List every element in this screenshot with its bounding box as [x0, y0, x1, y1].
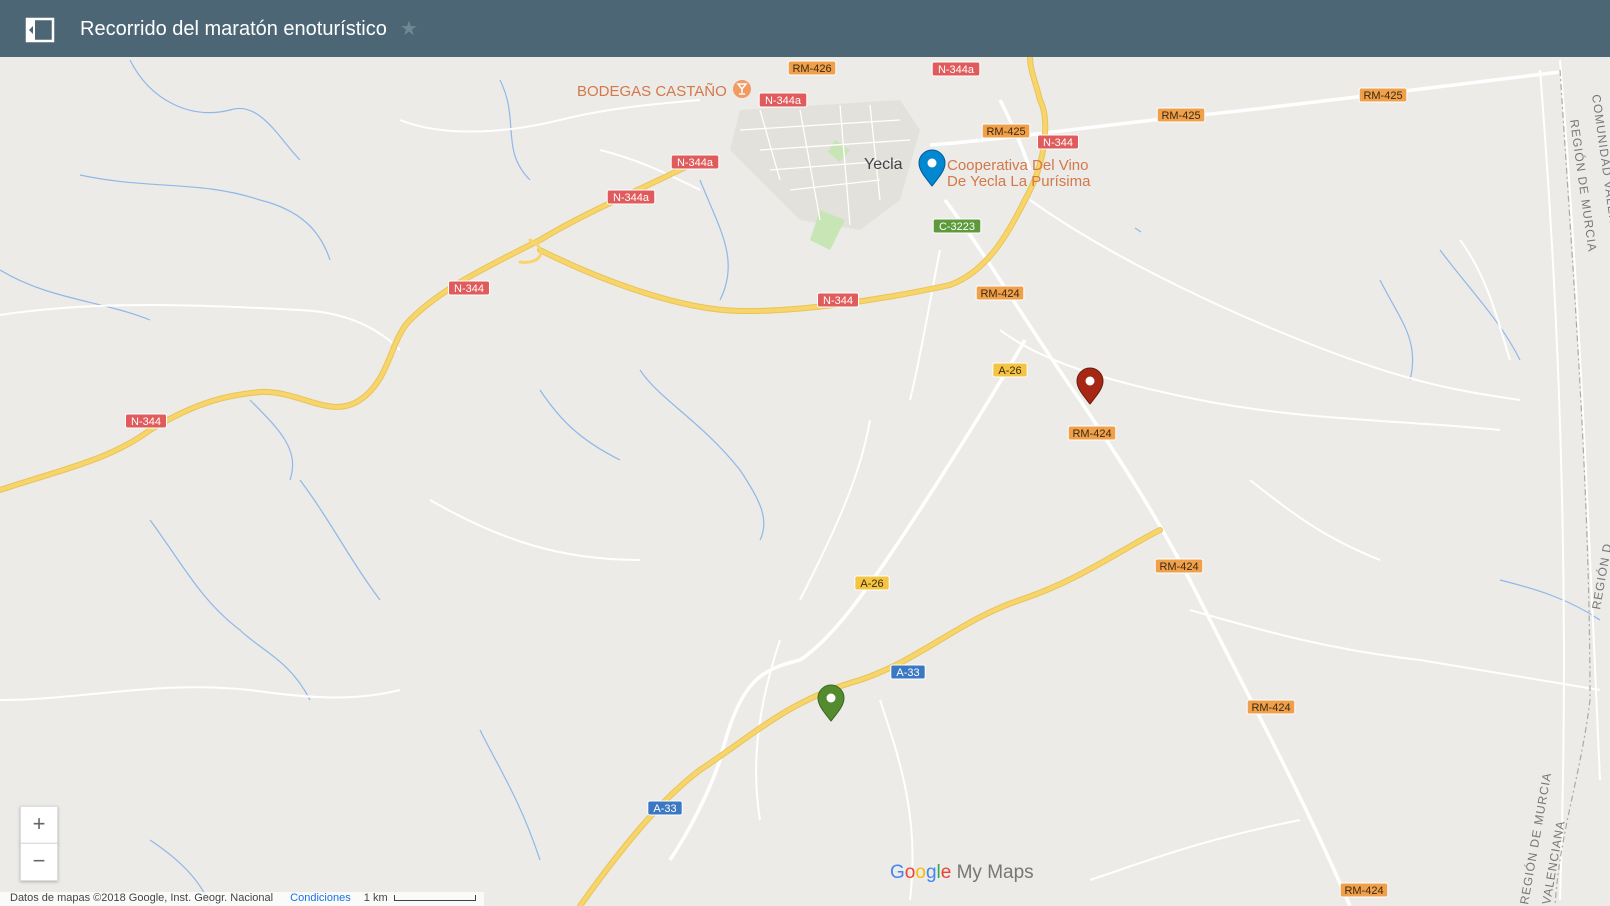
zoom-in-button[interactable]: + [20, 806, 58, 844]
road-shield-rm-425: RM-425 [981, 123, 1031, 139]
town-label: Yecla [864, 156, 903, 173]
road-shield-rm-424: RM-424 [1246, 699, 1296, 715]
road-shield-rm-425: RM-425 [1358, 87, 1408, 103]
road-shield-a-26: A-26 [854, 575, 890, 591]
scale-label: 1 km [363, 892, 388, 904]
road-shield-label: RM-424 [980, 288, 1019, 300]
attribution-text: Datos de mapas ©2018 Google, Inst. Geogr… [10, 892, 274, 904]
road-shield-label: A-33 [896, 667, 919, 679]
zoom-out-button[interactable]: − [20, 843, 58, 881]
scale-bar [393, 895, 476, 902]
road-shield-label: N-344a [765, 95, 802, 107]
road-shield-rm-424: RM-424 [1339, 882, 1389, 898]
road-shield-rm-424: RM-424 [1154, 558, 1204, 574]
coop-label-line2: De Yecla La Purísima [947, 173, 1091, 190]
road-shield-label: N-344 [823, 295, 853, 307]
map-canvas[interactable]: Yecla BODEGAS CASTAÑO Cooperativa Del Vi… [0, 57, 1610, 906]
road-shield-label: RM-425 [1363, 90, 1402, 102]
terms-link[interactable]: Condiciones [290, 892, 351, 904]
road-shield-label: N-344a [938, 64, 975, 76]
road-shield-label: N-344 [454, 283, 484, 295]
road-shield-label: A-26 [998, 365, 1021, 377]
road-shield-n-344a: N-344a [758, 92, 808, 108]
road-shield-a-33: A-33 [890, 664, 926, 680]
road-shield-n-344a: N-344a [670, 154, 720, 170]
brand-product: My Maps [956, 862, 1034, 883]
road-shield-label: RM-424 [1251, 702, 1290, 714]
road-shield-label: RM-424 [1344, 885, 1383, 897]
road-shield-n-344: N-344 [817, 292, 859, 308]
road-shield-rm-425: RM-425 [1156, 107, 1206, 123]
road-shield-label: N-344a [677, 157, 714, 169]
map-title: Recorrido del maratón enoturístico [80, 18, 387, 40]
road-shield-rm-424: RM-424 [1067, 425, 1117, 441]
star-icon[interactable]: ★ [400, 16, 418, 41]
road-shield-n-344: N-344 [1037, 134, 1079, 150]
winery-poi[interactable]: BODEGAS CASTAÑO [577, 80, 751, 100]
road-shield-c-3223: C-3223 [932, 218, 982, 234]
road-shield-label: RM-426 [792, 63, 831, 75]
top-bar: Recorrido del maratón enoturístico ★ [0, 0, 1610, 57]
road-shield-n-344: N-344 [125, 413, 167, 429]
road-shield-label: RM-425 [1161, 110, 1200, 122]
road-shield-n-344: N-344 [448, 280, 490, 296]
map-footer: Datos de mapas ©2018 Google, Inst. Geogr… [0, 892, 484, 906]
sidebar-toggle-icon[interactable] [24, 16, 56, 44]
road-shield-label: N-344a [613, 192, 650, 204]
coop-label-line1: Cooperativa Del Vino [947, 157, 1088, 174]
road-shield-label: A-33 [653, 803, 676, 815]
road-shield-label: RM-424 [1159, 561, 1198, 573]
road-shield-a-26: A-26 [992, 362, 1028, 378]
road-shield-label: A-26 [860, 578, 883, 590]
road-shield-label: N-344 [1043, 137, 1073, 149]
road-shield-a-33: A-33 [647, 800, 683, 816]
road-shield-rm-424: RM-424 [975, 285, 1025, 301]
road-shield-n-344a: N-344a [606, 189, 656, 205]
road-shield-label: C-3223 [939, 221, 975, 233]
road-shield-rm-426: RM-426 [787, 60, 837, 76]
winery-label: BODEGAS CASTAÑO [577, 83, 727, 100]
road-shield-label: N-344 [131, 416, 161, 428]
google-my-maps-logo: Google My Maps [890, 862, 1034, 883]
road-shield-label: RM-424 [1072, 428, 1111, 440]
road-shield-n-344a: N-344a [931, 61, 981, 77]
road-shield-label: RM-425 [986, 126, 1025, 138]
